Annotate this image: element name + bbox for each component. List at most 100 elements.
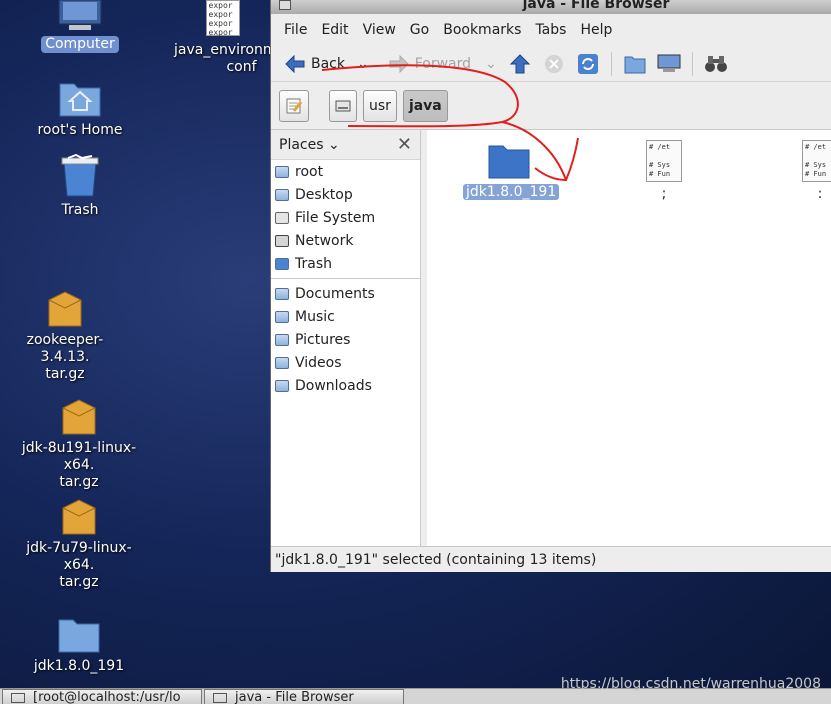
sidebar-item-trash[interactable]: Trash xyxy=(271,252,420,275)
up-button[interactable] xyxy=(508,52,532,76)
sidebar-item-music[interactable]: Music xyxy=(271,305,420,328)
sidebar-item-label: root xyxy=(295,163,324,180)
desktop-icon-zookeeper[interactable]: zookeeper-3.4.13. tar.gz xyxy=(0,290,130,383)
menu-edit[interactable]: Edit xyxy=(314,22,355,38)
sidebar-item-pictures[interactable]: Pictures xyxy=(271,328,420,351)
forward-button[interactable]: Forward ⌄ xyxy=(383,54,503,73)
binoculars-icon xyxy=(704,55,727,72)
computer-icon xyxy=(58,0,102,30)
reload-button[interactable] xyxy=(576,52,600,76)
menu-bookmarks[interactable]: Bookmarks xyxy=(436,22,528,38)
computer-button[interactable] xyxy=(657,52,681,76)
home-folder-icon xyxy=(59,83,101,117)
drive-icon xyxy=(335,100,351,111)
stop-button[interactable] xyxy=(542,52,566,76)
file-icon-view[interactable]: jdk1.8.0_191 # /et # Sys # Fun ; # /et # … xyxy=(427,130,831,546)
taskbar-item-label: java - File Browser xyxy=(235,690,354,704)
desktop-label: jdk-7u79-linux-x64. xyxy=(26,540,132,573)
sidebar-item-root[interactable]: root xyxy=(271,160,420,183)
sidebar-item-label: Music xyxy=(295,308,335,325)
desktop-icon-roots-home[interactable]: root's Home xyxy=(15,78,145,139)
home-folder-icon xyxy=(275,165,289,178)
sidebar-item-downloads[interactable]: Downloads xyxy=(271,374,420,397)
sidebar-separator xyxy=(271,278,420,279)
desktop-label: jdk-8u191-linux-x64. xyxy=(21,440,137,473)
toolbar-separator xyxy=(610,51,612,76)
edit-icon xyxy=(286,98,303,113)
sidebar-item-documents[interactable]: Documents xyxy=(271,282,420,305)
menu-help[interactable]: Help xyxy=(573,22,619,38)
desktop-label: root's Home xyxy=(37,122,123,138)
menu-tabs[interactable]: Tabs xyxy=(528,22,573,38)
trash-icon xyxy=(61,154,99,197)
back-label: Back xyxy=(311,55,345,72)
back-button[interactable]: Back ⌄ xyxy=(279,54,375,73)
sidebar-item-file-system[interactable]: File System xyxy=(271,206,420,229)
desktop-icon-jdk8-archive[interactable]: jdk-8u191-linux-x64. tar.gz xyxy=(14,398,144,491)
desktop-label: jdk1.8.0_191 xyxy=(33,658,125,674)
file-name: jdk1.8.0_191 xyxy=(463,184,560,200)
sidebar-item-label: Desktop xyxy=(295,186,353,203)
desktop-label: Trash xyxy=(61,202,99,218)
toggle-location-entry-button[interactable] xyxy=(279,89,309,122)
desktop-label: zookeeper-3.4.13. xyxy=(26,332,104,365)
sidebar-item-desktop[interactable]: Desktop xyxy=(271,183,420,206)
taskbar-item-label: [root@localhost:/usr/lo xyxy=(33,690,181,704)
sidebar: Places ⌄ ✕ root Desktop File System Netw… xyxy=(271,130,421,546)
downloads-folder-icon xyxy=(275,379,289,392)
text-file-icon: # /et # Sys # Fun xyxy=(802,140,831,182)
path-segment-usr[interactable]: usr xyxy=(363,89,397,122)
menu-go[interactable]: Go xyxy=(403,22,436,38)
music-folder-icon xyxy=(275,310,289,323)
taskbar-item-terminal[interactable]: [root@localhost:/usr/lo xyxy=(2,689,202,704)
archive-icon xyxy=(62,399,96,435)
sidebar-item-label: Trash xyxy=(295,255,332,272)
home-button[interactable] xyxy=(623,52,647,76)
sidebar-header: Places ⌄ ✕ xyxy=(271,130,420,160)
sidebar-item-label: Downloads xyxy=(295,377,372,394)
file-item-jdk-folder[interactable]: jdk1.8.0_191 xyxy=(463,140,560,200)
menu-view[interactable]: View xyxy=(356,22,403,38)
watermark: https://blog.csdn.net/warrenhua2008 xyxy=(560,676,821,692)
desktop-label-line2: conf xyxy=(226,59,257,75)
desktop-label: java_environm xyxy=(174,42,277,58)
sidebar-item-label: Network xyxy=(295,232,354,249)
desktop-icon-computer[interactable]: Computer xyxy=(15,0,145,53)
back-history-chevron-icon[interactable]: ⌄ xyxy=(357,56,369,72)
sidebar-item-network[interactable]: Network xyxy=(271,229,420,252)
search-button[interactable] xyxy=(704,52,728,76)
stop-icon xyxy=(544,54,563,73)
places-dropdown[interactable]: Places ⌄ xyxy=(279,137,340,153)
desktop-icon-jdk7-archive[interactable]: jdk-7u79-linux-x64. tar.gz xyxy=(14,498,144,591)
file-item-script-2[interactable]: # /et # Sys # Fun : xyxy=(783,140,831,202)
file-name: ; xyxy=(661,186,667,202)
path-root-button[interactable] xyxy=(329,89,357,122)
archive-icon xyxy=(62,499,96,535)
window-icon xyxy=(213,693,227,703)
computer-icon xyxy=(657,54,681,72)
desktop-icon-jdk-folder[interactable]: jdk1.8.0_191 xyxy=(14,614,144,675)
network-icon xyxy=(275,234,289,247)
toolbar: Back ⌄ Forward ⌄ xyxy=(271,46,831,82)
back-arrow-icon xyxy=(285,54,305,73)
path-segment-java[interactable]: java xyxy=(402,89,448,122)
desktop-label-line2: tar.gz xyxy=(59,474,99,490)
taskbar-item-file-browser[interactable]: java - File Browser xyxy=(204,689,404,704)
file-name: : xyxy=(817,186,823,202)
forward-label: Forward xyxy=(414,55,472,72)
desktop-icon-trash[interactable]: Trash xyxy=(15,154,145,219)
sidebar-item-label: Videos xyxy=(295,354,342,371)
desktop-icon-java-environment[interactable]: expor expor expor expor java_environm co… xyxy=(170,0,277,76)
menu-file[interactable]: File xyxy=(277,22,314,38)
file-item-script-1[interactable]: # /et # Sys # Fun ; xyxy=(627,140,701,202)
title-bar[interactable]: java - File Browser xyxy=(271,0,831,14)
toolbar-separator xyxy=(691,51,693,76)
archive-icon xyxy=(48,291,82,327)
close-sidebar-icon[interactable]: ✕ xyxy=(397,134,412,155)
location-bar: usr java xyxy=(271,82,831,130)
text-file-icon: expor expor expor expor xyxy=(205,0,240,37)
sidebar-item-videos[interactable]: Videos xyxy=(271,351,420,374)
terminal-icon xyxy=(11,693,25,703)
forward-history-chevron-icon[interactable]: ⌄ xyxy=(485,56,497,72)
window-title: java - File Browser xyxy=(522,0,670,12)
